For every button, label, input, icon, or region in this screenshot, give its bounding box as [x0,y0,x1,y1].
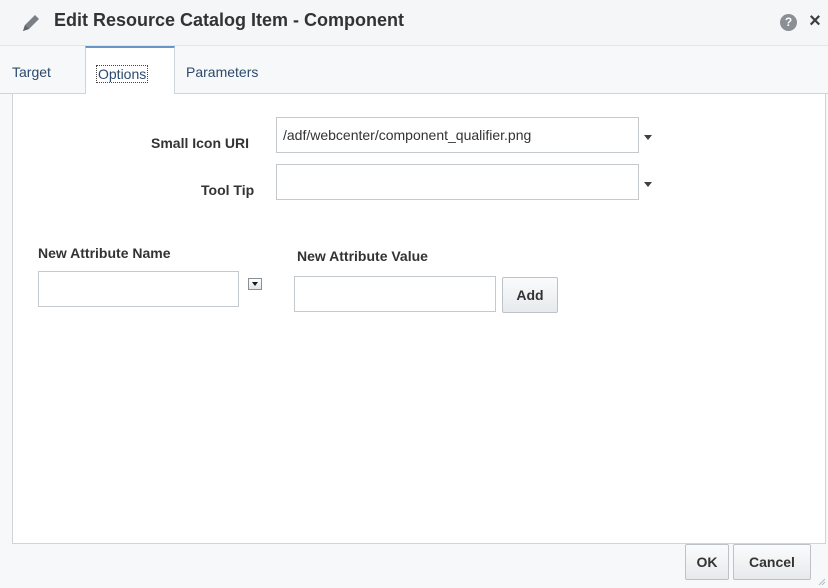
small-icon-uri-label: Small Icon URI [151,135,250,151]
pencil-icon [23,15,39,31]
small-icon-uri-dropdown-icon[interactable] [644,135,652,140]
tool-tip-dropdown-icon[interactable] [644,182,652,187]
new-attribute-name-label: New Attribute Name [38,245,171,261]
tab-parameters[interactable]: Parameters [186,46,286,94]
add-attribute-button[interactable]: Add [502,277,558,313]
tool-tip-label: Tool Tip [201,182,255,198]
tool-tip-input[interactable] [276,164,639,200]
new-attribute-value-input[interactable] [294,276,496,312]
help-icon[interactable]: ? [780,14,797,31]
new-attribute-name-dropdown-button[interactable] [248,278,262,290]
tab-options[interactable]: Options [85,46,175,95]
dialog-header: Edit Resource Catalog Item - Component ?… [0,0,828,46]
tab-target[interactable]: Target [12,46,82,94]
dialog-title: Edit Resource Catalog Item - Component [54,10,405,30]
edit-resource-dialog: Edit Resource Catalog Item - Component ?… [0,0,828,588]
small-icon-uri-input[interactable] [276,117,639,153]
tab-bar: Target Options Parameters [0,46,828,95]
new-attribute-value-label: New Attribute Value [297,248,428,264]
close-icon[interactable]: × [806,10,824,32]
ok-button[interactable]: OK [685,544,729,580]
resize-grip-icon[interactable] [816,576,826,586]
new-attribute-name-input[interactable] [38,271,239,307]
tab-options-label: Options [96,65,149,83]
options-panel: Small Icon URI Tool Tip New Attribute Na… [12,94,826,544]
cancel-button[interactable]: Cancel [733,544,811,580]
